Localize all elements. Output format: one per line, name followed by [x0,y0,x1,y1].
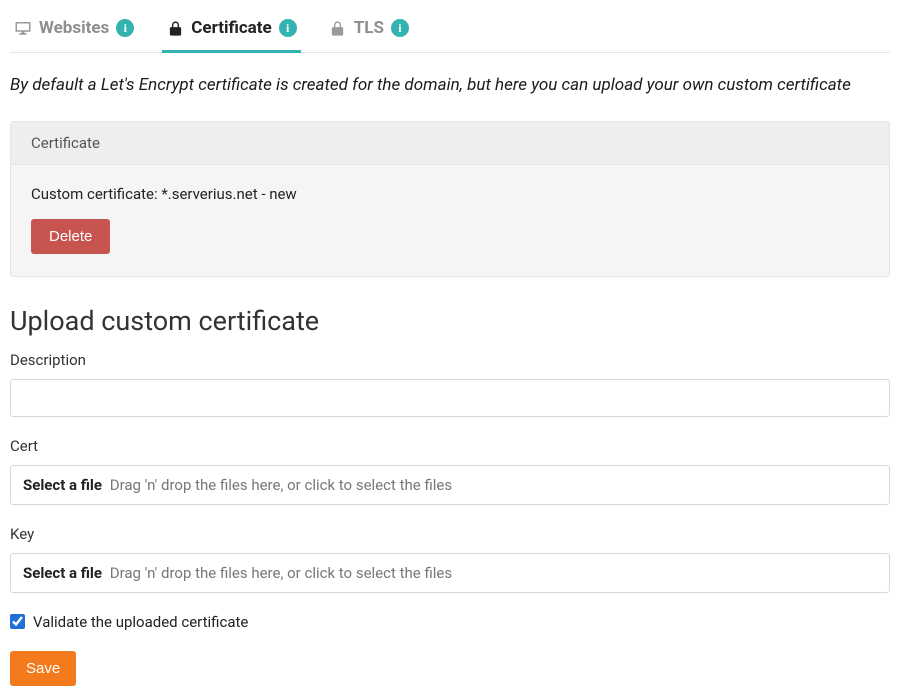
tab-websites[interactable]: Websites i [10,8,138,53]
info-icon: i [391,19,409,37]
tab-websites-label: Websites [39,18,109,38]
certificate-panel-title: Certificate [11,122,889,165]
tab-tls[interactable]: TLS i [325,8,413,53]
info-icon: i [116,19,134,37]
info-icon: i [279,19,297,37]
key-label: Key [10,525,890,543]
cert-label: Cert [10,437,890,455]
cert-select-file-label: Select a file [23,476,102,494]
lock-icon [166,19,184,37]
cert-drop-hint: Drag 'n' drop the files here, or click t… [110,476,452,494]
delete-button[interactable]: Delete [31,219,110,254]
validate-checkbox-label[interactable]: Validate the uploaded certificate [33,613,248,631]
upload-heading: Upload custom certificate [10,305,890,337]
key-file-drop[interactable]: Select a file Drag 'n' drop the files he… [10,553,890,593]
save-button[interactable]: Save [10,651,76,686]
tabs-bar: Websites i Certificate i TLS i [10,8,890,53]
validate-checkbox-row: Validate the uploaded certificate [10,613,890,631]
lock-icon [329,19,347,37]
cert-file-drop[interactable]: Select a file Drag 'n' drop the files he… [10,465,890,505]
tab-tls-label: TLS [354,18,384,38]
certificate-panel: Certificate Custom certificate: *.server… [10,121,890,277]
key-drop-hint: Drag 'n' drop the files here, or click t… [110,564,452,582]
certificate-info-text: Custom certificate: *.serverius.net - ne… [31,185,869,203]
description-label: Description [10,351,890,369]
tab-certificate[interactable]: Certificate i [162,8,300,53]
certificate-panel-body: Custom certificate: *.serverius.net - ne… [11,165,889,276]
validate-checkbox[interactable] [10,614,25,629]
tab-certificate-label: Certificate [191,18,271,38]
intro-text: By default a Let's Encrypt certificate i… [10,73,890,99]
description-input[interactable] [10,379,890,417]
monitor-icon [14,19,32,37]
key-select-file-label: Select a file [23,564,102,582]
